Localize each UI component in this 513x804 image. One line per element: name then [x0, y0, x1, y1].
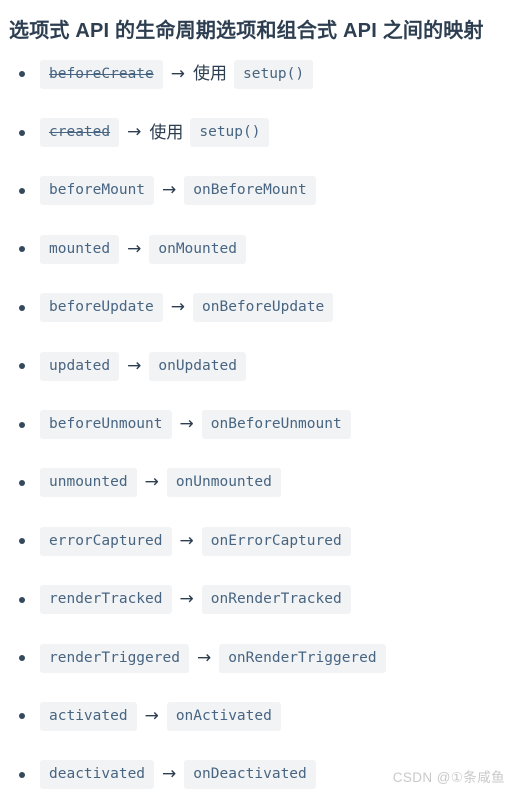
options-api-hook-code: created [40, 118, 120, 148]
options-api-hook-code: renderTriggered [40, 643, 189, 673]
bullet-icon [19, 363, 25, 370]
list-item: beforeUnmount → onBeforeUnmount [0, 395, 513, 453]
options-api-hook-code: beforeUpdate [40, 293, 163, 323]
options-api-hook-code: activated [40, 701, 137, 731]
bullet-icon [19, 713, 25, 720]
options-api-hook-code: beforeMount [40, 176, 155, 206]
arrow-right-icon: → [127, 238, 142, 259]
list-item: renderTracked → onRenderTracked [0, 571, 513, 629]
use-note-label: 使用 [193, 64, 228, 84]
bullet-icon [19, 129, 25, 136]
composition-api-hook-code: onUpdated [149, 351, 246, 381]
composition-api-hook-code: onRenderTriggered [219, 643, 386, 673]
bullet-icon [19, 421, 25, 428]
arrow-right-icon: → [179, 589, 194, 610]
csdn-watermark: CSDN @①条咸鱼 [392, 770, 505, 785]
list-item: renderTriggered → onRenderTriggered [0, 629, 513, 687]
bullet-icon [19, 538, 25, 545]
list-item: errorCaptured → onErrorCaptured [0, 512, 513, 570]
bullet-icon [19, 479, 25, 486]
arrow-right-icon: → [179, 530, 194, 551]
arrow-right-icon: → [144, 705, 159, 726]
composition-api-hook-code: onDeactivated [184, 760, 316, 790]
arrow-right-icon: → [127, 355, 142, 376]
composition-api-hook-code: onBeforeUpdate [193, 293, 334, 323]
options-api-hook-code: updated [40, 351, 120, 381]
composition-api-hook-code: onErrorCaptured [201, 526, 351, 556]
bullet-icon [19, 655, 25, 662]
composition-api-hook-code: onBeforeUnmount [201, 410, 351, 440]
use-note-label: 使用 [149, 122, 184, 142]
composition-api-hook-code: onRenderTracked [201, 585, 351, 615]
lifecycle-mapping-list: beforeCreate → 使用 setup() created → 使用 setup() b… [0, 45, 513, 804]
arrow-right-icon: → [144, 472, 159, 493]
list-item: beforeCreate → 使用 setup() [0, 45, 513, 103]
list-item: beforeUpdate → onBeforeUpdate [0, 279, 513, 337]
arrow-right-icon: → [127, 122, 142, 143]
composition-api-hook-code: setup() [190, 118, 270, 148]
bullet-icon [19, 771, 25, 778]
arrow-right-icon: → [170, 297, 186, 318]
options-api-hook-code: unmounted [40, 468, 137, 498]
arrow-right-icon: → [162, 180, 177, 201]
composition-api-hook-code: onActivated [166, 701, 281, 731]
list-item: unmounted → onUnmounted [0, 454, 513, 512]
options-api-hook-code: mounted [40, 234, 120, 264]
composition-api-hook-code: setup() [234, 59, 314, 89]
bullet-icon [19, 187, 25, 194]
bullet-icon [19, 71, 25, 78]
page-title: 选项式 API 的生命周期选项和组合式 API 之间的映射 [9, 20, 484, 43]
options-api-hook-code: errorCaptured [40, 526, 172, 556]
composition-api-hook-code: onBeforeMount [184, 176, 316, 206]
bullet-icon [19, 304, 25, 311]
list-item: activated → onActivated [0, 687, 513, 745]
arrow-right-icon: → [162, 764, 177, 785]
options-api-hook-code: deactivated [40, 760, 155, 790]
composition-api-hook-code: onMounted [149, 234, 246, 264]
composition-api-hook-code: onUnmounted [166, 468, 281, 498]
arrow-right-icon: → [179, 414, 194, 435]
list-item: mounted → onMounted [0, 220, 513, 278]
options-api-hook-code: renderTracked [40, 585, 172, 615]
bullet-icon [19, 596, 25, 603]
document-page: 选项式 API 的生命周期选项和组合式 API 之间的映射 beforeCrea… [0, 0, 513, 804]
options-api-hook-code: beforeUnmount [40, 410, 172, 440]
list-item: beforeMount → onBeforeMount [0, 162, 513, 220]
bullet-icon [19, 246, 25, 253]
list-item: created → 使用 setup() [0, 103, 513, 161]
arrow-right-icon: → [170, 63, 186, 84]
options-api-hook-code: beforeCreate [40, 59, 163, 89]
list-item: updated → onUpdated [0, 337, 513, 395]
arrow-right-icon: → [196, 647, 212, 668]
